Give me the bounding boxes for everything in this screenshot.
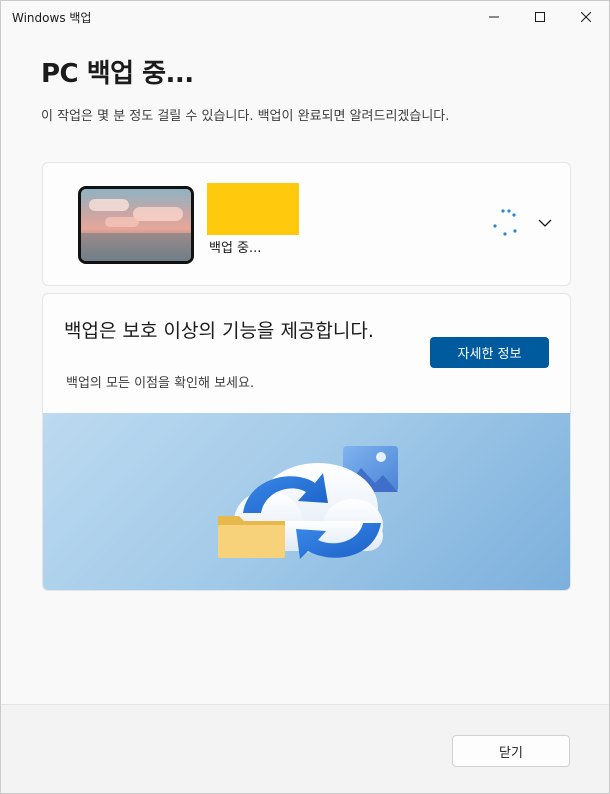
- promo-title: 백업은 보호 이상의 기능을 제공합니다.: [64, 320, 374, 342]
- loading-spinner-icon: [493, 209, 517, 236]
- desktop-wallpaper-thumbnail: [78, 186, 194, 264]
- close-icon: [581, 12, 591, 22]
- backup-status-text: 백업 중...: [209, 241, 262, 256]
- close-window-button[interactable]: [563, 1, 609, 33]
- device-backup-card[interactable]: 백업 중...: [42, 162, 571, 286]
- cloud-sync-illustration: [43, 413, 570, 590]
- folder-icon: [218, 516, 285, 558]
- promo-subtitle: 백업의 모든 이점을 확인해 보세요.: [66, 376, 255, 391]
- backup-window: Windows 백업 PC 백업 중... 이 작업은 몇 분 정도 걸릴 수 …: [0, 0, 610, 794]
- maximize-button[interactable]: [517, 1, 563, 33]
- device-name-redacted: [207, 183, 299, 235]
- chevron-down-icon[interactable]: [537, 215, 553, 231]
- close-button[interactable]: 닫기: [452, 735, 570, 767]
- minimize-icon: [489, 16, 499, 18]
- window-title: Windows 백업: [12, 11, 92, 25]
- page-title: PC 백업 중...: [41, 59, 194, 89]
- learn-more-button[interactable]: 자세한 정보: [430, 337, 549, 368]
- title-bar[interactable]: Windows 백업: [1, 1, 609, 33]
- page-subtitle: 이 작업은 몇 분 정도 걸릴 수 있습니다. 백업이 완료되면 알려드리겠습니…: [41, 109, 450, 124]
- footer-bar: 닫기: [1, 705, 609, 793]
- backup-benefits-card: 백업은 보호 이상의 기능을 제공합니다. 백업의 모든 이점을 확인해 보세요…: [42, 293, 571, 591]
- cloud-sync-icon: [218, 446, 398, 559]
- maximize-icon: [535, 12, 545, 22]
- minimize-button[interactable]: [471, 1, 517, 33]
